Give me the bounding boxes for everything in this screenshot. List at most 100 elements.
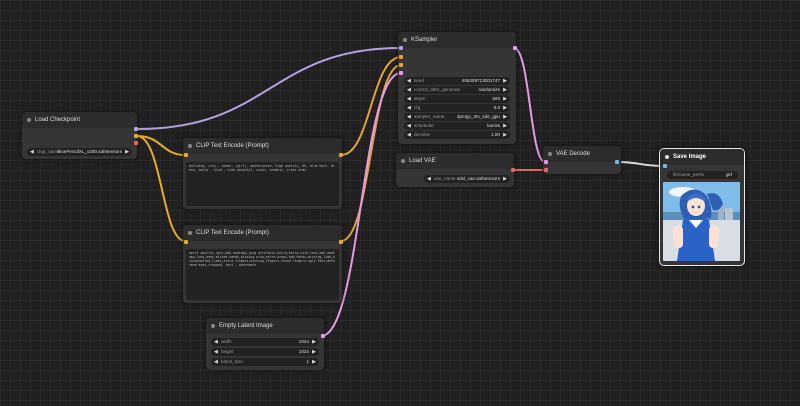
widget-value: 1024: [298, 339, 309, 344]
prompt-textarea[interactable]: worst quality,ugly,bad anatomy,jpeg arti…: [186, 249, 339, 300]
prompt-textarea[interactable]: building, city , ocean, (girl), masterpi…: [186, 162, 339, 206]
load-vae-node[interactable]: Load VAE ◀ vae_name sdxl_vae.safetensors…: [396, 153, 515, 187]
increment-arrow-icon[interactable]: ▶: [312, 338, 316, 346]
sampler-name-selector[interactable]: ◀ sampler_name dpmpp_3m_sde_gpu ▶: [404, 113, 510, 121]
node-title-bar[interactable]: Load Checkpoint: [22, 112, 137, 128]
vae-name-selector[interactable]: ◀ vae_name sdxl_vae.safetensors ▶: [424, 175, 510, 183]
widget-label: batch_size: [221, 359, 243, 364]
wire-negative-conditioning: [340, 64, 402, 242]
conditioning-output-slot[interactable]: [339, 153, 343, 157]
collapse-dot-icon[interactable]: [401, 159, 405, 163]
denoise-stepper[interactable]: ◀ denoise 1.00 ▶: [404, 131, 510, 139]
samples-input-slot[interactable]: [544, 160, 548, 164]
widget-value: girl: [725, 172, 732, 177]
decrement-arrow-icon[interactable]: ◀: [407, 131, 411, 139]
node-title-bar[interactable]: KSampler: [398, 32, 516, 48]
model-input-slot[interactable]: [399, 46, 403, 50]
prev-arrow-icon[interactable]: ◀: [407, 122, 411, 130]
vae-output-slot[interactable]: [134, 141, 138, 145]
width-stepper[interactable]: ◀ width 1024 ▶: [211, 338, 319, 346]
collapse-dot-icon[interactable]: [211, 324, 215, 328]
node-title-bar[interactable]: Save Image: [660, 149, 744, 165]
node-title-bar[interactable]: CLIP Text Encode (Prompt): [183, 138, 342, 154]
model-output-slot[interactable]: [134, 127, 138, 131]
vae-decode-node[interactable]: VAE Decode: [543, 146, 621, 174]
widget-label: steps: [414, 96, 425, 101]
vae-output-slot[interactable]: [511, 168, 515, 172]
widget-value: 1: [306, 359, 309, 364]
increment-arrow-icon[interactable]: ▶: [503, 95, 507, 103]
collapse-dot-icon[interactable]: [188, 231, 192, 235]
negative-input-slot[interactable]: [399, 63, 403, 67]
collapse-dot-icon[interactable]: [27, 118, 31, 122]
batch-size-stepper[interactable]: ◀ batch_size 1 ▶: [211, 358, 319, 366]
decrement-arrow-icon[interactable]: ◀: [407, 95, 411, 103]
collapse-dot-icon[interactable]: [548, 152, 552, 156]
prev-arrow-icon[interactable]: ◀: [407, 113, 411, 121]
widget-value: randomize: [478, 87, 500, 92]
node-title-bar[interactable]: Empty Latent Image: [206, 318, 324, 334]
conditioning-output-slot[interactable]: [339, 240, 343, 244]
clip-input-slot[interactable]: [184, 153, 188, 157]
height-stepper[interactable]: ◀ height 1024 ▶: [211, 348, 319, 356]
increment-arrow-icon[interactable]: ▶: [503, 104, 507, 112]
next-arrow-icon[interactable]: ▶: [503, 175, 507, 183]
prev-arrow-icon[interactable]: ◀: [427, 175, 431, 183]
collapse-dot-icon[interactable]: [188, 144, 192, 148]
filename-prefix-field[interactable]: filename_prefix girl: [667, 171, 738, 179]
decrement-arrow-icon[interactable]: ◀: [407, 77, 411, 85]
ckpt-name-selector[interactable]: ◀ ckpt_name bluePencilXL_v200.safetensor…: [27, 148, 132, 156]
widget-value: 8.0: [493, 105, 500, 110]
control-after-generate-selector[interactable]: ◀ control_after_generate randomize ▶: [404, 86, 510, 94]
node-title: Load VAE: [409, 158, 436, 164]
decrement-arrow-icon[interactable]: ◀: [214, 358, 218, 366]
next-arrow-icon[interactable]: ▶: [503, 86, 507, 94]
widget-label: height: [221, 349, 234, 354]
empty-latent-image-node[interactable]: Empty Latent Image ◀ width 1024 ▶ ◀ heig…: [206, 318, 325, 370]
node-title-bar[interactable]: CLIP Text Encode (Prompt): [183, 225, 342, 241]
load-checkpoint-node[interactable]: Load Checkpoint ◀ ckpt_name bluePencilXL…: [22, 112, 138, 159]
increment-arrow-icon[interactable]: ▶: [503, 131, 507, 139]
widget-value: bluePencilXL_v200.safetensors: [57, 149, 122, 154]
seed-stepper[interactable]: ◀ seed 495309713001747 ▶: [404, 77, 510, 85]
vae-input-slot[interactable]: [544, 168, 548, 172]
decrement-arrow-icon[interactable]: ◀: [407, 104, 411, 112]
widget-label: width: [221, 339, 232, 344]
positive-input-slot[interactable]: [399, 55, 403, 59]
images-input-slot[interactable]: [663, 164, 667, 168]
collapse-dot-icon[interactable]: [665, 155, 669, 159]
clip-text-encode-positive-node[interactable]: CLIP Text Encode (Prompt) building, city…: [183, 138, 343, 209]
node-title-bar[interactable]: Load VAE: [396, 153, 514, 169]
anime-girl-image: [663, 182, 740, 261]
clip-input-slot[interactable]: [184, 240, 188, 244]
clip-text-encode-negative-node[interactable]: CLIP Text Encode (Prompt) worst quality,…: [183, 225, 343, 303]
next-arrow-icon[interactable]: ▶: [125, 148, 129, 156]
ksampler-node[interactable]: KSampler ◀ seed 495309713001747 ▶ ◀ cont…: [398, 32, 517, 144]
decrement-arrow-icon[interactable]: ◀: [214, 348, 218, 356]
widget-label: control_after_generate: [414, 87, 461, 92]
save-image-node[interactable]: Save Image filename_prefix girl: [659, 148, 745, 266]
scheduler-selector[interactable]: ◀ scheduler karras ▶: [404, 122, 510, 130]
node-title-bar[interactable]: VAE Decode: [543, 146, 621, 162]
decrement-arrow-icon[interactable]: ◀: [214, 338, 218, 346]
latent-output-slot[interactable]: [513, 46, 517, 50]
collapse-dot-icon[interactable]: [403, 38, 407, 42]
increment-arrow-icon[interactable]: ▶: [312, 348, 316, 356]
cfg-stepper[interactable]: ◀ cfg 8.0 ▶: [404, 104, 510, 112]
next-arrow-icon[interactable]: ▶: [503, 122, 507, 130]
widget-value: 1.00: [491, 132, 500, 137]
image-output-slot[interactable]: [615, 160, 619, 164]
node-title: Empty Latent Image: [219, 323, 273, 329]
next-arrow-icon[interactable]: ▶: [503, 113, 507, 121]
increment-arrow-icon[interactable]: ▶: [503, 77, 507, 85]
prev-arrow-icon[interactable]: ◀: [30, 148, 34, 156]
latent-output-slot[interactable]: [321, 334, 325, 338]
generated-image-preview[interactable]: [663, 182, 740, 261]
node-title: CLIP Text Encode (Prompt): [196, 230, 269, 236]
prev-arrow-icon[interactable]: ◀: [407, 86, 411, 94]
steps-stepper[interactable]: ◀ steps 500 ▶: [404, 95, 510, 103]
clip-output-slot[interactable]: [134, 134, 138, 138]
widget-label: vae_name: [434, 176, 456, 181]
latent-input-slot[interactable]: [399, 71, 403, 75]
increment-arrow-icon[interactable]: ▶: [312, 358, 316, 366]
